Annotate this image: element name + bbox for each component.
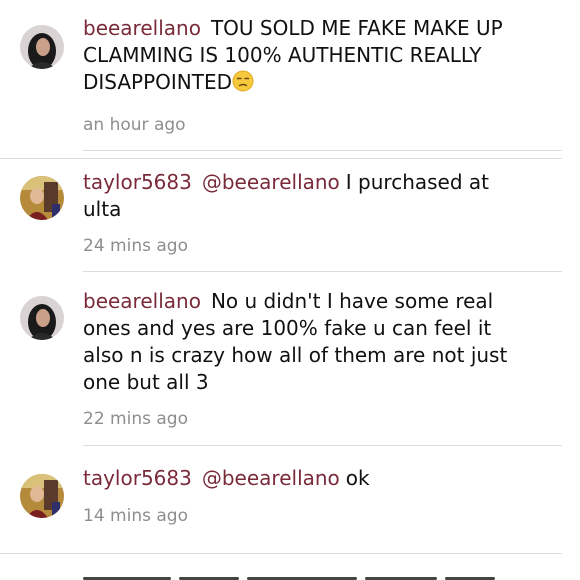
avatar-beearellano-image (20, 296, 64, 340)
comment-username[interactable]: taylor5683 (83, 170, 192, 194)
comment-body: taylor5683 @beearellano ok (83, 465, 528, 492)
avatar-taylor5683-image (20, 474, 64, 518)
comment-mention[interactable]: @beearellano (202, 170, 340, 194)
comment-timestamp: 24 mins ago (83, 236, 188, 256)
divider (83, 445, 562, 446)
comment-timestamp: 14 mins ago (83, 506, 188, 526)
divider (0, 553, 562, 554)
avatar[interactable] (20, 25, 64, 69)
divider (83, 150, 562, 151)
comment-body: taylor5683 @beearellano I purchased at ult… (83, 169, 528, 223)
divider (0, 158, 562, 159)
comment-timestamp: 22 mins ago (83, 409, 188, 429)
partial-comment-cutoff (83, 572, 523, 580)
comment-mention[interactable]: @beearellano (202, 466, 340, 490)
comment-timestamp: an hour ago (83, 115, 186, 135)
divider (83, 271, 562, 272)
comment-username[interactable]: beearellano (83, 16, 201, 40)
avatar-taylor5683-image (20, 176, 64, 220)
comment-username[interactable]: taylor5683 (83, 466, 192, 490)
comment-text: ok (345, 466, 370, 490)
avatar[interactable] (20, 176, 64, 220)
comment-body: beearellano No u didn't I have some real … (83, 288, 528, 396)
comment-body: beearellano TOU SOLD ME FAKE MAKE UP CLAM… (83, 15, 528, 96)
avatar[interactable] (20, 474, 64, 518)
unamused-face-icon (232, 70, 254, 92)
comment-username[interactable]: beearellano (83, 289, 201, 313)
avatar[interactable] (20, 296, 64, 340)
avatar-beearellano-image (20, 25, 64, 69)
